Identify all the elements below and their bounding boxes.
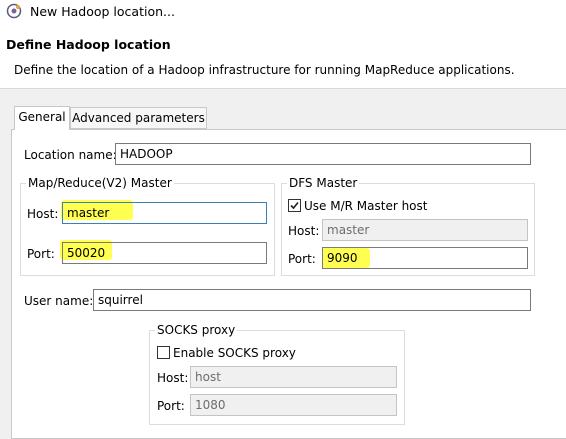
checkmark-icon [290, 201, 299, 210]
user-name-label: User name: [24, 294, 94, 308]
header-banner [0, 24, 566, 89]
socks-port-label: Port: [157, 399, 185, 413]
dfs-master-title: DFS Master [287, 175, 360, 191]
enable-socks-checkbox[interactable] [157, 346, 170, 359]
dfs-port-label: Port: [288, 252, 316, 266]
mapreduce-port-label: Port: [27, 247, 55, 261]
window-title: New Hadoop location... [30, 4, 175, 19]
dfs-host-field[interactable]: master [322, 219, 528, 241]
dfs-port-field[interactable]: 9090 [322, 247, 528, 269]
tab-advanced-parameters[interactable]: Advanced parameters [70, 107, 207, 129]
mapreduce-master-title: Map/Reduce(V2) Master [26, 175, 174, 191]
mapreduce-host-field[interactable]: master [62, 202, 267, 224]
socks-host-label: Host: [157, 371, 189, 385]
socks-port-field[interactable]: 1080 [190, 394, 397, 416]
enable-socks-label[interactable]: Enable SOCKS proxy [173, 345, 296, 361]
page-description: Define the location of a Hadoop infrastr… [14, 63, 515, 77]
user-name-field[interactable]: squirrel [93, 289, 531, 311]
location-name-label: Location name: [24, 148, 117, 162]
mapreduce-port-field[interactable]: 50020 [62, 242, 267, 264]
tab-general[interactable]: General [14, 106, 70, 130]
mapreduce-host-label: Host: [27, 207, 59, 221]
page-title: Define Hadoop location [6, 37, 171, 52]
use-mr-host-checkbox[interactable] [288, 199, 301, 212]
use-mr-host-label[interactable]: Use M/R Master host [304, 198, 427, 214]
location-name-field[interactable]: HADOOP [115, 143, 531, 165]
socks-host-field[interactable]: host [190, 366, 397, 388]
dfs-host-label: Host: [288, 224, 320, 238]
app-icon [6, 3, 22, 19]
socks-proxy-title: SOCKS proxy [155, 322, 238, 338]
